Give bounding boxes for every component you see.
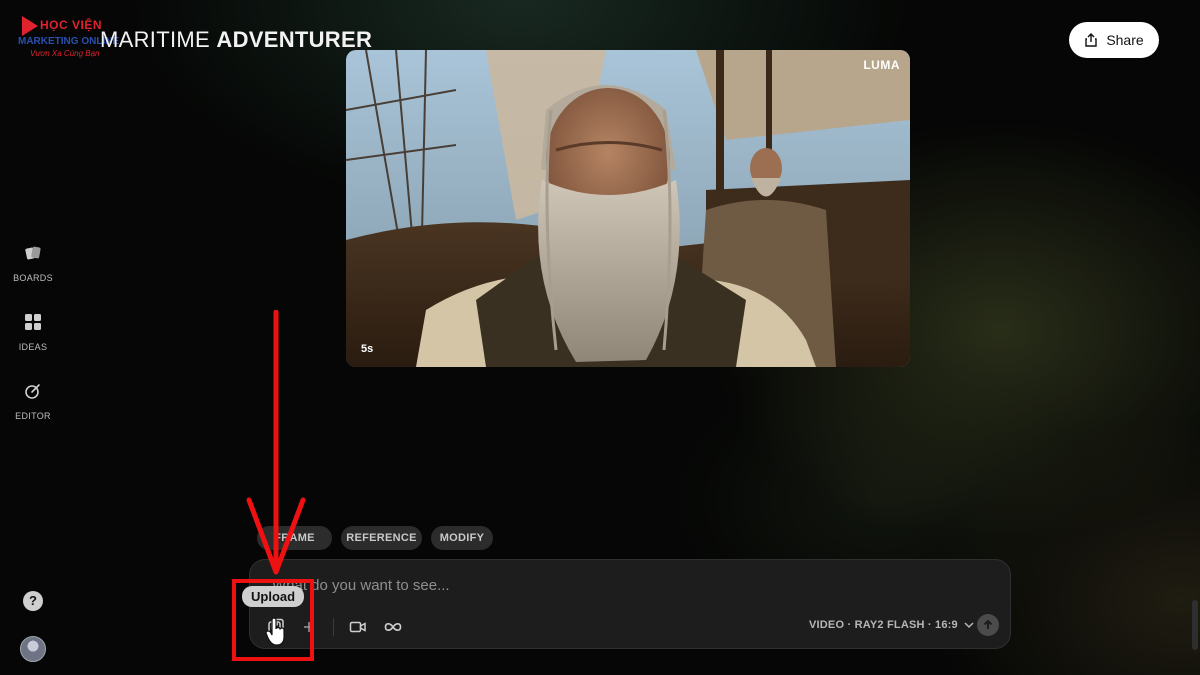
ship-scene-image	[346, 50, 910, 367]
ideas-icon	[25, 314, 41, 330]
video-preview[interactable]: LUMA 5s	[346, 50, 910, 367]
prompt-composer: Upload VIDEO · RAY2 FLASH · 16:9	[242, 559, 1011, 649]
video-mode-button[interactable]	[347, 616, 369, 638]
reference-chip[interactable]: REFERENCE	[341, 526, 422, 550]
arrow-up-icon	[983, 619, 993, 629]
sidebar-item-label: BOARDS	[13, 273, 53, 283]
modify-chip-label: MODIFY	[439, 532, 485, 544]
board-title-part1: MARITIME	[100, 27, 217, 52]
sidebar-item-boards[interactable]: BOARDS	[0, 244, 66, 286]
toolbar-divider	[333, 618, 334, 636]
annotation-arrow	[246, 310, 306, 575]
board-title[interactable]: MARITIME ADVENTURER	[100, 27, 372, 53]
sidebar-item-ideas[interactable]: IDEAS	[0, 313, 66, 355]
board-title-part2: ADVENTURER	[216, 27, 373, 52]
prompt-input[interactable]	[270, 572, 874, 598]
share-icon	[1085, 33, 1098, 47]
editor-icon	[25, 384, 40, 399]
luma-badge: LUMA	[863, 58, 900, 72]
sidebar-item-editor[interactable]: EDITOR	[0, 382, 66, 424]
model-settings-label: VIDEO · RAY2 FLASH · 16:9	[809, 619, 958, 631]
submit-button[interactable]	[977, 614, 999, 636]
sidebar-item-label: IDEAS	[18, 342, 48, 352]
share-label: Share	[1106, 32, 1144, 48]
share-button[interactable]: Share	[1069, 22, 1159, 58]
avatar[interactable]	[20, 636, 46, 662]
boards-icon	[25, 246, 41, 260]
sidebar: BOARDS IDEAS EDITOR ?	[0, 0, 66, 675]
infinity-icon	[384, 623, 402, 631]
model-settings-dropdown[interactable]: VIDEO · RAY2 FLASH · 16:9	[809, 619, 974, 631]
video-camera-icon	[349, 621, 366, 633]
reference-chip-label: REFERENCE	[346, 532, 417, 544]
chevron-down-icon	[964, 622, 974, 629]
sidebar-item-label: EDITOR	[15, 411, 51, 421]
scrollbar[interactable]	[1192, 600, 1198, 650]
help-icon[interactable]: ?	[23, 591, 43, 611]
hand-cursor-icon	[265, 617, 285, 646]
loop-button[interactable]	[382, 616, 404, 638]
modify-chip[interactable]: MODIFY	[431, 526, 493, 550]
duration-badge: 5s	[361, 343, 374, 355]
